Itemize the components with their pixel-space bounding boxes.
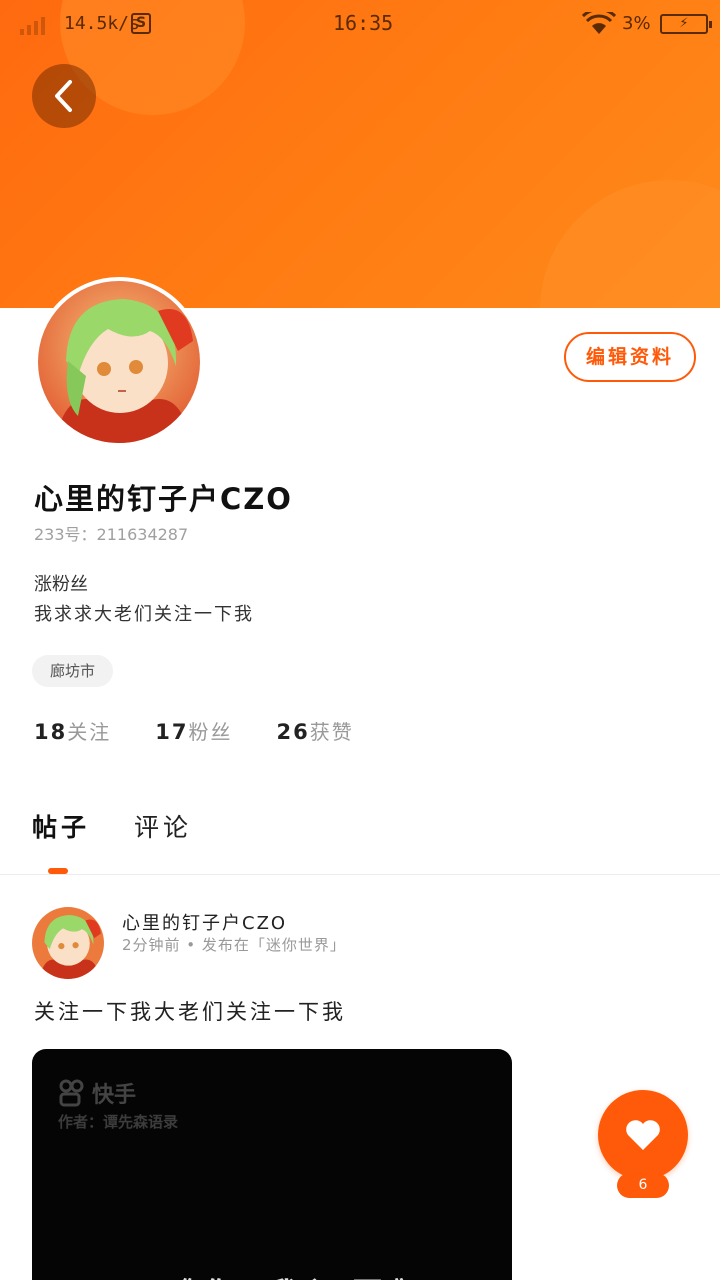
post-text: 关注一下我大老们关注一下我 [34, 1000, 346, 1024]
avatar[interactable] [34, 277, 204, 447]
chevron-left-icon [55, 80, 72, 112]
post-video[interactable]: 快手 作者：谭先森语录 《你 我还要》 [32, 1049, 512, 1280]
fans-label: 粉丝 [188, 720, 233, 744]
kuaishou-logo-text: 快手 [92, 1083, 137, 1108]
profile-bio-line: 我求求大老们关注一下我 [34, 604, 254, 625]
post-meta: 2分钟前 • 发布在「迷你世界」 [122, 936, 346, 954]
post-author-avatar[interactable] [32, 907, 104, 979]
header-decoration [540, 180, 720, 308]
profile-bio-line: 涨粉丝 [34, 574, 88, 595]
battery-percent: 3% [622, 13, 651, 34]
location-chip: 廊坊市 [32, 655, 114, 687]
kuaishou-logo-icon [59, 1079, 84, 1107]
back-button[interactable] [32, 64, 96, 128]
divider [0, 874, 720, 875]
following-stat[interactable]: 18关注 [34, 716, 111, 745]
tab-comments[interactable]: 评论 [134, 808, 192, 844]
profile-id: 233号：211634287 [34, 525, 189, 544]
network-speed: 14.5k/s [64, 13, 140, 34]
profile-stats: 18关注 17粉丝 26获赞 [34, 716, 354, 745]
like-count: 6 [617, 1173, 669, 1198]
following-count: 18 [34, 720, 68, 744]
likes-label: 获赞 [309, 720, 354, 744]
avatar-image [38, 281, 200, 443]
profile-tabs: 帖子 评论 [32, 808, 192, 844]
edit-profile-button[interactable]: 编辑资料 [564, 332, 696, 382]
likes-count: 26 [276, 720, 310, 744]
post-author-name[interactable]: 心里的钉子户CZO [122, 909, 287, 935]
likes-stat[interactable]: 26获赞 [276, 716, 353, 745]
video-author-watermark: 作者：谭先森语录 [58, 1113, 179, 1131]
signal-icon [20, 17, 50, 35]
s-notification-icon: S [131, 13, 151, 34]
tab-posts[interactable]: 帖子 [32, 808, 90, 844]
charging-battery-icon: ⚡ [660, 14, 712, 34]
video-caption: 《你 我还要》 [162, 1269, 436, 1280]
following-label: 关注 [67, 720, 112, 744]
profile-header-banner: 14.5k/s S 16:35 3% ⚡ [0, 0, 720, 308]
kuaishou-watermark: 快手 [58, 1077, 136, 1109]
fans-count: 17 [155, 720, 189, 744]
like-button[interactable] [598, 1090, 688, 1180]
status-time: 16:35 [333, 11, 394, 35]
fans-stat[interactable]: 17粉丝 [155, 716, 232, 745]
avatar-image [32, 907, 104, 979]
status-bar: 14.5k/s S 16:35 3% ⚡ [0, 0, 720, 48]
heart-icon [626, 1120, 660, 1150]
wifi-icon [582, 12, 616, 34]
profile-username: 心里的钉子户CZO [34, 482, 293, 516]
